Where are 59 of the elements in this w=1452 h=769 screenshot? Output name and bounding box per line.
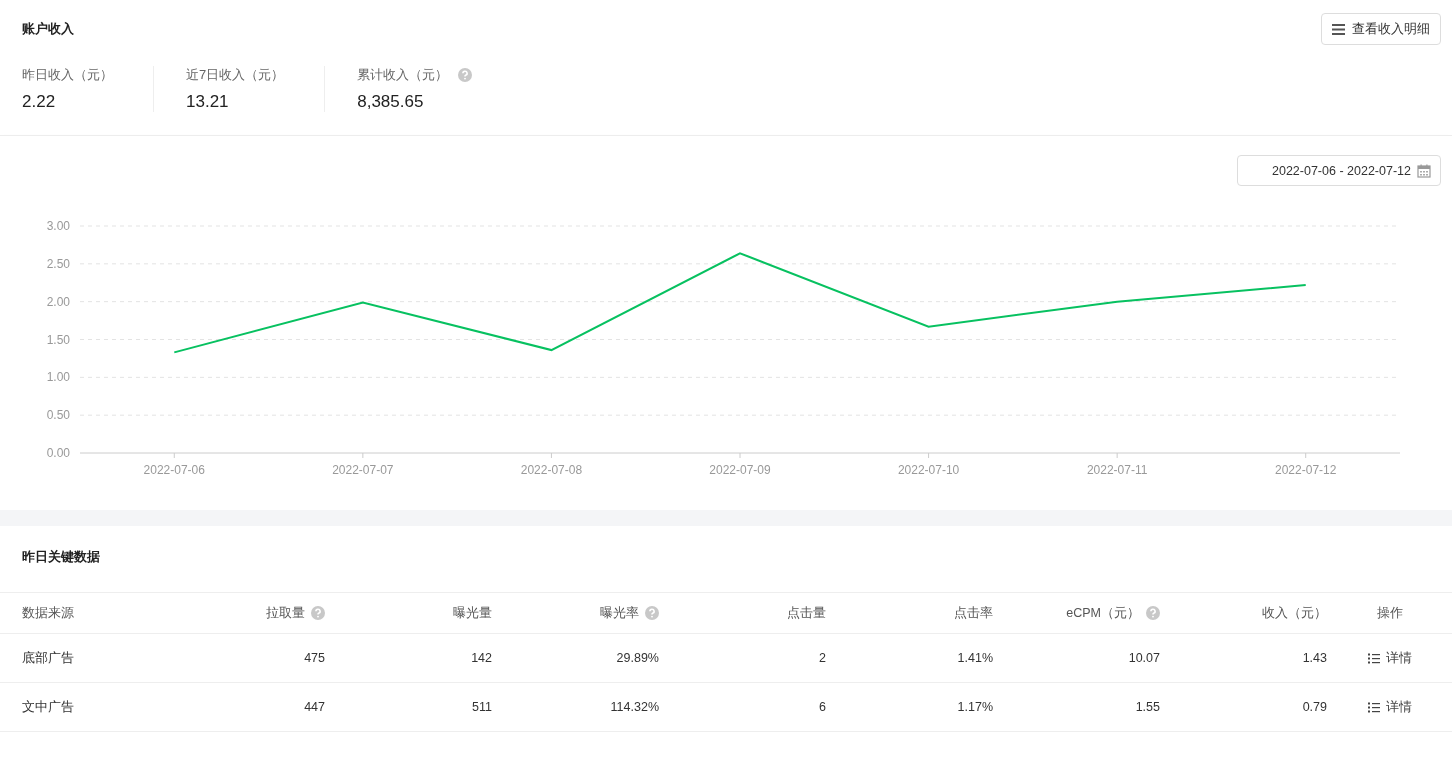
table-cell: 6 xyxy=(819,700,826,714)
stat-value: 13.21 xyxy=(186,92,230,112)
table-cell: 文中广告 xyxy=(22,698,74,716)
detail-link[interactable]: 详情 xyxy=(1367,698,1412,716)
y-axis-label: 2.00 xyxy=(46,294,70,309)
help-icon[interactable] xyxy=(1146,606,1160,620)
stat-label: 昨日收入（元） xyxy=(22,66,113,84)
stat-value: 2.22 xyxy=(22,92,57,112)
section-title: 昨日关键数据 xyxy=(21,548,101,566)
table-cell: 0.79 xyxy=(1302,700,1327,714)
table-cell: 29.89% xyxy=(616,651,659,665)
section-title: 账户收入 xyxy=(22,20,74,38)
y-axis-label: 2.50 xyxy=(46,256,70,271)
x-axis-label: 2022-07-11 xyxy=(1086,463,1148,477)
column-header: 数据来源 xyxy=(22,604,74,622)
table-cell: 1.17% xyxy=(957,700,993,714)
table-cell: 447 xyxy=(304,700,325,714)
y-axis-label: 0.00 xyxy=(46,446,70,460)
column-header: 点击量 xyxy=(787,604,826,622)
y-axis-label: 1.00 xyxy=(46,370,70,385)
help-icon[interactable] xyxy=(311,606,325,620)
table-cell: 142 xyxy=(471,651,492,665)
table-cell: 1.55 xyxy=(1135,700,1160,714)
column-header: eCPM（元） xyxy=(1066,604,1140,622)
table-cell: 475 xyxy=(304,651,325,665)
column-header: 点击率 xyxy=(954,604,993,622)
x-axis-label: 2022-07-07 xyxy=(332,463,394,477)
income-detail-button[interactable]: 查看收入明细 xyxy=(1321,13,1441,45)
column-header: 拉取量 xyxy=(266,604,305,622)
y-axis-label: 1.50 xyxy=(46,332,70,347)
table-cell: 底部广告 xyxy=(22,649,74,667)
table-cell: 1.43 xyxy=(1302,651,1327,665)
table-cell: 114.32% xyxy=(610,700,659,714)
table-cell: 2 xyxy=(819,651,826,665)
x-axis-label: 2022-07-06 xyxy=(143,463,205,477)
column-header: 收入（元） xyxy=(1262,604,1327,622)
calendar-icon xyxy=(1417,163,1431,178)
detail-link[interactable]: 详情 xyxy=(1367,649,1412,667)
stat-label: 近7日收入（元） xyxy=(186,66,285,84)
x-axis-label: 2022-07-08 xyxy=(520,463,583,477)
x-axis-label: 2022-07-12 xyxy=(1275,463,1337,477)
column-header: 曝光率 xyxy=(600,604,639,622)
y-axis-label: 0.50 xyxy=(46,408,70,423)
column-header: 操作 xyxy=(1376,604,1403,622)
menu-icon xyxy=(1332,23,1345,35)
x-axis-label: 2022-07-10 xyxy=(897,463,960,477)
help-icon[interactable] xyxy=(645,606,659,620)
column-header: 曝光量 xyxy=(453,604,492,622)
y-axis-label: 3.00 xyxy=(46,219,70,233)
table-cell: 511 xyxy=(472,700,492,714)
help-icon[interactable] xyxy=(458,68,473,82)
list-icon xyxy=(1367,652,1380,664)
x-axis-label: 2022-07-09 xyxy=(709,463,771,477)
stat-label: 累计收入（元） xyxy=(357,66,449,84)
table-cell: 1.41% xyxy=(957,651,993,665)
list-icon xyxy=(1367,701,1380,713)
date-range-picker[interactable]: 2022-07-06 - 2022-07-12 xyxy=(1237,155,1441,186)
stat-value: 8,385.65 xyxy=(357,92,425,112)
table-cell: 10.07 xyxy=(1128,651,1160,665)
